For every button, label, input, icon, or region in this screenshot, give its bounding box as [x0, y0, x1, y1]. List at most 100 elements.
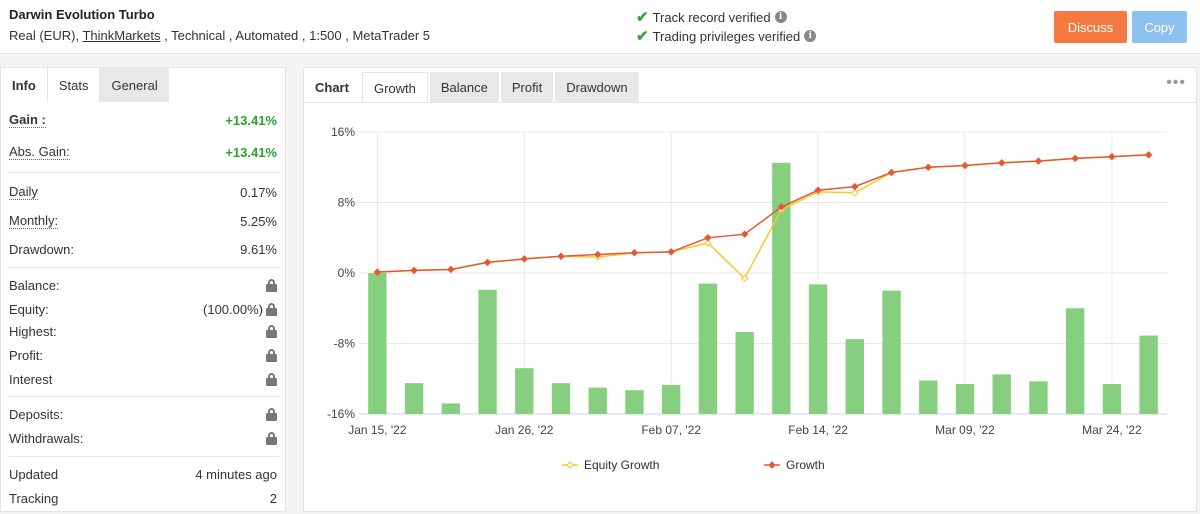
- system-info: Real (EUR), ThinkMarkets , Technical , A…: [9, 28, 430, 43]
- data-point: [704, 234, 712, 242]
- drawdown-row: Drawdown: 9.61%: [9, 239, 277, 259]
- monthly-row: Monthly: 5.25%: [9, 211, 277, 231]
- equity-row: Equity: (100.00%): [9, 299, 277, 319]
- divider: [9, 456, 279, 457]
- daily-label[interactable]: Daily: [9, 184, 38, 200]
- profit-row: Profit:: [9, 345, 277, 365]
- y-tick-label: 16%: [331, 125, 355, 139]
- data-point: [851, 182, 859, 191]
- gain-label[interactable]: Gain :: [9, 112, 46, 128]
- bar: [919, 380, 938, 414]
- interest-label: Interest: [9, 371, 53, 387]
- withdrawals-row: Withdrawals:: [9, 428, 277, 448]
- info-icon[interactable]: i: [774, 11, 787, 23]
- bar: [551, 383, 571, 414]
- stats-tabs: Info Stats General: [1, 68, 169, 102]
- updated-label: Updated: [9, 466, 59, 482]
- y-tick-label: -8%: [334, 337, 356, 351]
- growth-line: [377, 154, 1149, 273]
- daily-value: 0.17%: [240, 184, 277, 200]
- divider: [9, 267, 279, 268]
- bar: [808, 284, 828, 414]
- lock-icon: [266, 407, 277, 421]
- profit-label: Profit:: [9, 347, 43, 363]
- data-point: [1071, 154, 1079, 163]
- track-record-verified: ✔ Track record verified i: [636, 8, 787, 26]
- lock-icon: [266, 302, 277, 316]
- divider: [9, 172, 279, 173]
- bar: [662, 384, 681, 414]
- data-point: [447, 265, 455, 274]
- bar: [1139, 335, 1158, 414]
- bar: [882, 290, 901, 414]
- bar: [955, 384, 975, 414]
- info-icon[interactable]: i: [804, 30, 817, 42]
- system-details: , Technical , Automated , 1:500 , MetaTr…: [160, 28, 431, 43]
- lock-icon: [266, 431, 277, 445]
- data-point: [483, 258, 492, 267]
- discuss-button[interactable]: Discuss: [1054, 11, 1127, 43]
- data-point: [667, 248, 675, 256]
- growth-chart: 16% 8% 0% -8% -16% Jan 15, '22 Jan 26, '22 Feb …: [327, 125, 1167, 472]
- lock-icon: [266, 372, 277, 386]
- gain-row: Gain : +13.41%: [9, 110, 277, 130]
- updated-row: Updated 4 minutes ago: [9, 464, 277, 484]
- y-tick-label: -16%: [327, 407, 355, 421]
- tab-general[interactable]: General: [100, 68, 169, 102]
- bar: [845, 339, 864, 414]
- monthly-label[interactable]: Monthly:: [9, 213, 59, 229]
- updated-value: 4 minutes ago: [195, 466, 277, 482]
- deposits-row: Deposits:: [9, 404, 277, 424]
- highest-label: Highest:: [9, 323, 57, 339]
- bar: [588, 387, 607, 414]
- balance-label: Balance:: [9, 277, 60, 293]
- tracking-label: Tracking: [9, 490, 59, 506]
- system-name: Darwin Evolution Turbo: [9, 7, 155, 22]
- track-record-text: Track record verified: [652, 9, 771, 25]
- drawdown-value: 9.61%: [240, 241, 277, 257]
- header: Darwin Evolution Turbo Real (EUR), Think…: [0, 0, 1200, 54]
- copy-button[interactable]: Copy: [1132, 11, 1187, 43]
- bar: [1029, 381, 1048, 414]
- bar: [992, 374, 1011, 414]
- legend-marker: [566, 461, 574, 469]
- y-tick-label: 8%: [338, 196, 356, 210]
- stats-panel: Info Stats General Gain : +13.41% Abs. G…: [0, 67, 286, 512]
- x-tick-label: Feb 07, '22: [641, 423, 701, 437]
- data-point: [961, 161, 969, 170]
- account-type: Real (EUR),: [9, 28, 83, 43]
- y-tick-label: 0%: [338, 266, 356, 280]
- data-point: [851, 189, 859, 197]
- x-tick-label: Mar 09, '22: [935, 423, 995, 437]
- monthly-value: 5.25%: [240, 213, 277, 229]
- lock-icon: [266, 278, 277, 292]
- abs-gain-label[interactable]: Abs. Gain:: [9, 144, 70, 160]
- divider: [9, 396, 279, 397]
- equity-value: (100.00%): [203, 301, 263, 317]
- bar: [515, 368, 534, 414]
- x-tick-label: Jan 26, '22: [495, 423, 554, 437]
- tab-stats[interactable]: Stats: [46, 68, 101, 102]
- equity-growth-line: [377, 154, 1149, 280]
- data-point: [998, 159, 1006, 167]
- tab-info[interactable]: Info: [1, 68, 47, 102]
- bar: [368, 273, 387, 414]
- x-tick-label: Feb 14, '22: [788, 423, 848, 437]
- highest-row: Highest:: [9, 321, 277, 341]
- abs-gain-row: Abs. Gain: +13.41%: [9, 142, 277, 162]
- bar: [772, 162, 791, 414]
- data-point: [1144, 151, 1153, 159]
- x-tick-label: Mar 24, '22: [1082, 423, 1142, 437]
- bar: [735, 332, 754, 414]
- interest-row: Interest: [9, 369, 277, 389]
- bar: [1066, 308, 1085, 414]
- bar: [1102, 384, 1122, 414]
- bar: [441, 403, 460, 414]
- check-icon: ✔: [636, 28, 649, 45]
- broker-link[interactable]: ThinkMarkets: [82, 28, 160, 43]
- bar: [404, 383, 424, 414]
- gain-value: +13.41%: [225, 112, 277, 128]
- chart-panel: Chart Growth Balance Profit Drawdown •••…: [303, 67, 1197, 512]
- equity-label: Equity:: [9, 301, 49, 317]
- data-point: [557, 252, 565, 260]
